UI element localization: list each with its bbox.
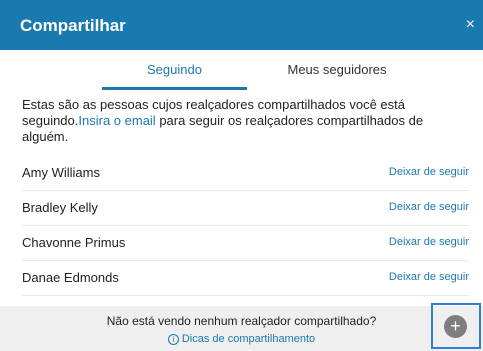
sharing-footer: Não está vendo nenhum realçador comparti… bbox=[0, 306, 483, 351]
person-name: Danae Edmonds bbox=[22, 270, 119, 285]
dialog-title: Compartilhar bbox=[20, 16, 126, 35]
enter-email-link[interactable]: Insira o email bbox=[78, 113, 155, 128]
unfollow-button[interactable]: Deixar de seguir bbox=[389, 271, 469, 283]
tab-meus-seguidores[interactable]: Meus seguidores bbox=[247, 50, 427, 90]
no-highlights-question: Não está vendo nenhum realçador comparti… bbox=[106, 314, 377, 328]
tab-bar: Seguindo Meus seguidores bbox=[0, 50, 483, 90]
sharing-tips-link[interactable]: i Dicas de compartilhamento bbox=[0, 333, 483, 345]
list-item: Bradley Kelly Deixar de seguir bbox=[22, 191, 469, 226]
unfollow-button[interactable]: Deixar de seguir bbox=[389, 236, 469, 248]
person-name: Bradley Kelly bbox=[22, 200, 98, 215]
info-icon: i bbox=[167, 334, 179, 345]
list-item: Chavonne Primus Deixar de seguir bbox=[22, 226, 469, 261]
person-name: Chavonne Primus bbox=[22, 235, 126, 250]
following-list: Amy Williams Deixar de seguir Bradley Ke… bbox=[0, 156, 483, 296]
list-item: Danae Edmonds Deixar de seguir bbox=[22, 261, 469, 296]
dialog-header: Compartilhar × bbox=[0, 0, 483, 50]
close-icon[interactable]: × bbox=[466, 16, 475, 34]
unfollow-button[interactable]: Deixar de seguir bbox=[389, 201, 469, 213]
intro-text: Estas são as pessoas cujos realçadores c… bbox=[22, 97, 462, 145]
tab-seguindo[interactable]: Seguindo bbox=[102, 50, 247, 90]
person-name: Amy Williams bbox=[22, 165, 100, 180]
sharing-tips-label: Dicas de compartilhamento bbox=[181, 333, 316, 345]
add-icon[interactable]: + bbox=[444, 315, 467, 338]
list-item: Amy Williams Deixar de seguir bbox=[22, 156, 469, 191]
unfollow-button[interactable]: Deixar de seguir bbox=[389, 166, 469, 178]
